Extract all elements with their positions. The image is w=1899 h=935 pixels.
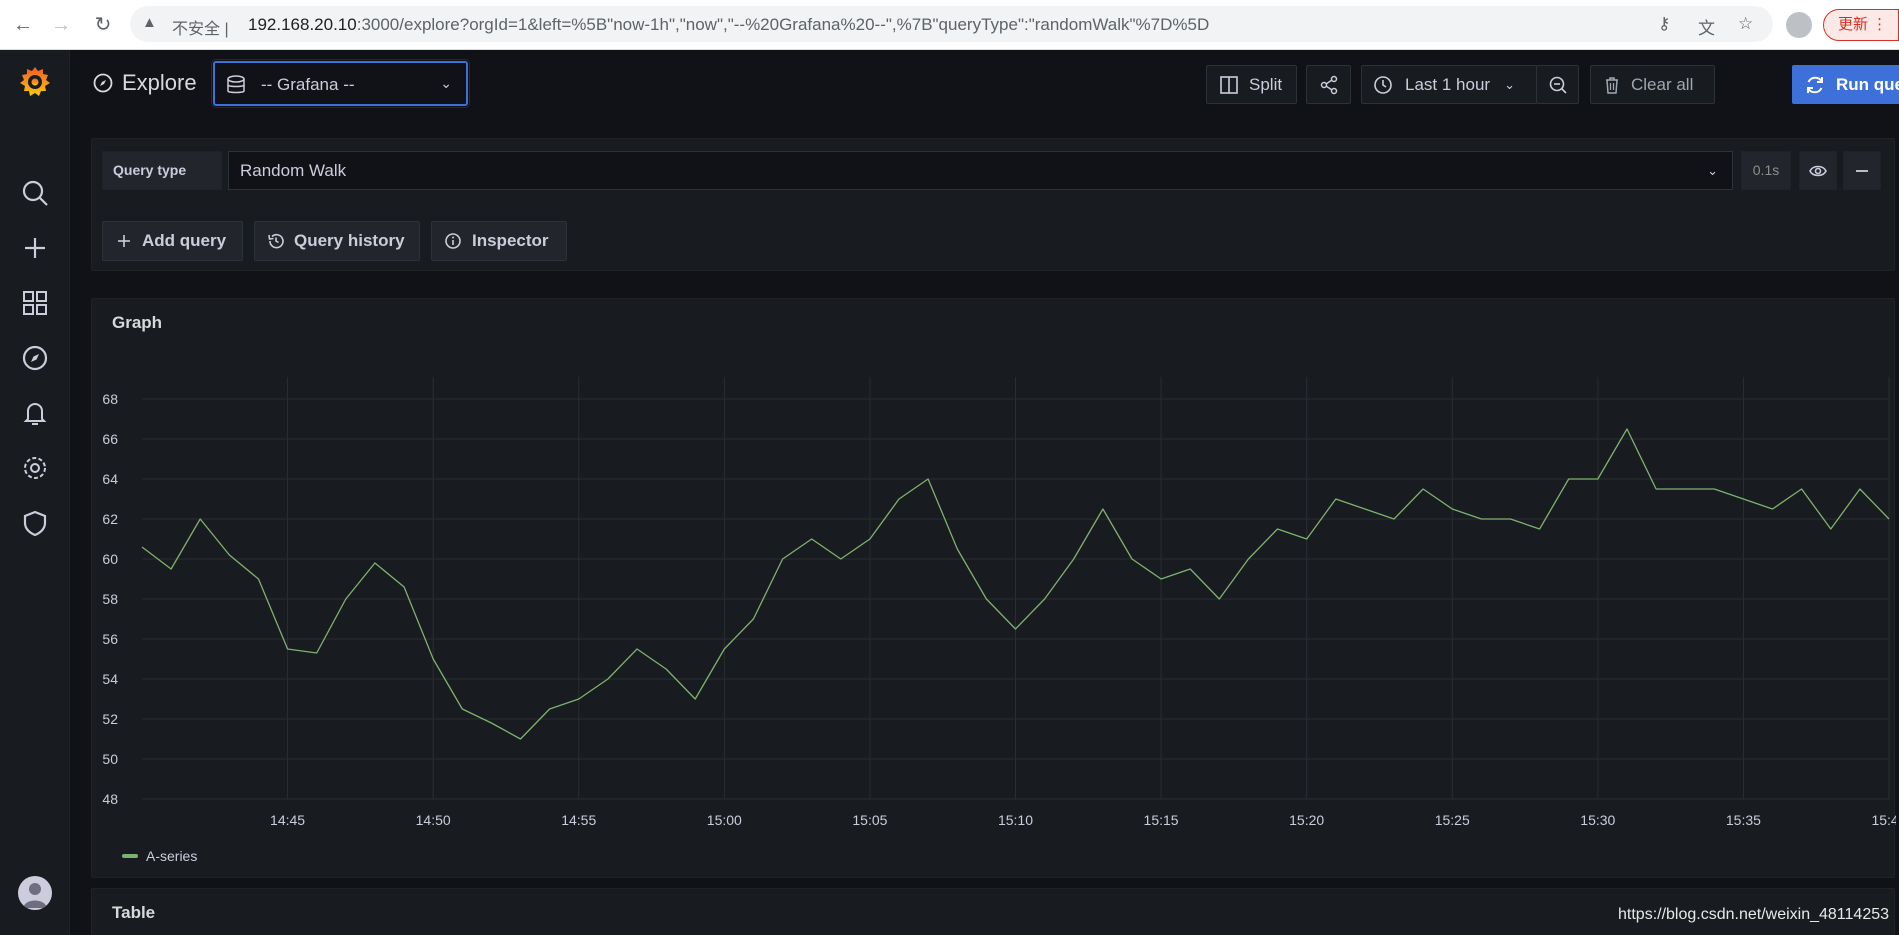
inspector-button[interactable]: Inspector <box>431 221 567 261</box>
add-query-button[interactable]: Add query <box>102 221 243 261</box>
y-tick-label: 56 <box>102 631 118 647</box>
back-icon[interactable]: ← <box>10 12 36 38</box>
query-type-label: Query type <box>102 151 222 190</box>
url-text[interactable]: 192.168.20.10:3000/explore?orgId=1&left=… <box>248 15 1209 35</box>
y-tick-label: 50 <box>102 751 118 767</box>
graph-plot[interactable]: 48 50 52 54 56 58 60 62 64 66 68 14:45 14:50 14:55 15:… <box>92 299 1896 839</box>
sidebar <box>0 50 70 935</box>
update-button[interactable]: 更新 ⋮ <box>1823 9 1899 41</box>
history-icon <box>268 233 284 249</box>
clock-icon <box>1374 75 1392 94</box>
x-tick-label: 14:45 <box>270 812 305 828</box>
zoom-out-button[interactable] <box>1536 65 1579 104</box>
split-button[interactable]: Split <box>1206 65 1297 104</box>
avatar[interactable] <box>18 876 52 910</box>
legend-label: A-series <box>146 848 198 864</box>
y-tick-label: 62 <box>102 511 118 527</box>
y-tick-label: 58 <box>102 591 118 607</box>
reload-icon[interactable]: ↻ <box>90 12 116 38</box>
query-editor-panel: Query type Random Walk ⌄ 0.1s Add query … <box>91 138 1895 271</box>
compass-icon <box>93 73 113 93</box>
chevron-down-icon: ⌄ <box>440 75 452 91</box>
browser-toolbar: ← → ↻ ▲ 不安全 | 192.168.20.10:3000/explore… <box>0 0 1899 50</box>
x-tick-label: 14:50 <box>416 812 451 828</box>
y-tick-label: 48 <box>102 791 118 807</box>
y-tick-label: 52 <box>102 711 118 727</box>
split-icon <box>1220 75 1238 94</box>
x-tick-label: 15:30 <box>1580 812 1615 828</box>
x-tick-label: 15:20 <box>1289 812 1324 828</box>
insecure-label: 不安全 | <box>172 21 229 38</box>
plus-icon[interactable] <box>20 233 50 263</box>
x-tick-label: 15:25 <box>1435 812 1470 828</box>
clear-all-button[interactable]: Clear all <box>1590 65 1715 104</box>
chevron-down-icon: ⌄ <box>1504 76 1515 92</box>
eye-icon <box>1809 165 1827 176</box>
info-circle-icon <box>445 233 461 249</box>
x-tick-label: 15:40 <box>1871 812 1896 828</box>
share-icon <box>1320 75 1337 94</box>
bell-icon[interactable] <box>20 398 50 428</box>
remove-query-button[interactable] <box>1843 151 1881 190</box>
database-icon <box>227 75 245 94</box>
graph-panel: Graph 48 50 52 54 56 58 60 62 64 66 68 14:45 14:50 14… <box>91 298 1896 878</box>
forward-icon[interactable]: → <box>48 12 74 38</box>
y-tick-label: 66 <box>102 431 118 447</box>
query-time-badge: 0.1s <box>1741 151 1791 190</box>
x-tick-label: 15:00 <box>707 812 742 828</box>
trash-icon <box>1606 76 1618 94</box>
y-tick-label: 60 <box>102 551 118 567</box>
graph-legend[interactable]: A-series <box>122 848 197 864</box>
search-icon[interactable] <box>20 178 50 208</box>
x-tick-label: 15:05 <box>852 812 887 828</box>
profile-icon[interactable] <box>1786 12 1812 38</box>
time-range-picker[interactable]: Last 1 hour ⌄ <box>1361 65 1537 104</box>
x-tick-label: 15:15 <box>1144 812 1179 828</box>
y-tick-label: 64 <box>102 471 118 487</box>
x-tick-label: 15:10 <box>998 812 1033 828</box>
y-tick-label: 54 <box>102 671 118 687</box>
shield-icon[interactable] <box>20 508 50 538</box>
star-icon[interactable]: ☆ <box>1738 14 1753 34</box>
x-tick-label: 15:35 <box>1726 812 1761 828</box>
minus-icon <box>1856 169 1868 172</box>
grafana-logo-icon[interactable] <box>17 64 53 100</box>
compass-icon[interactable] <box>20 343 50 373</box>
toggle-visibility-button[interactable] <box>1799 151 1837 190</box>
query-history-button[interactable]: Query history <box>254 221 420 261</box>
table-title: Table <box>112 903 156 922</box>
dashboards-icon[interactable] <box>20 288 50 318</box>
explore-toolbar: Explore -- Grafana -- ⌄ Split Last 1 hou… <box>70 50 1899 118</box>
translate-icon[interactable]: 文 <box>1698 14 1715 39</box>
y-tick-label: 68 <box>102 391 118 407</box>
plus-icon <box>118 235 130 247</box>
gear-icon[interactable] <box>20 453 50 483</box>
refresh-icon <box>1807 76 1823 93</box>
chevron-down-icon: ⌄ <box>1707 163 1718 178</box>
watermark-text: https://blog.csdn.net/weixin_48114253 <box>1618 906 1890 923</box>
query-type-select[interactable]: Random Walk ⌄ <box>228 151 1733 190</box>
share-button[interactable] <box>1306 65 1351 104</box>
page-title: Explore <box>92 70 197 96</box>
legend-swatch <box>122 854 138 858</box>
address-bar[interactable]: ▲ 不安全 | 192.168.20.10:3000/explore?orgId… <box>130 6 1773 42</box>
datasource-label: -- Grafana -- <box>261 75 355 94</box>
datasource-picker[interactable]: -- Grafana -- ⌄ <box>213 61 468 106</box>
run-query-button[interactable]: Run query ⌄ <box>1792 65 1899 104</box>
zoom-out-icon <box>1549 76 1567 94</box>
key-icon[interactable]: ⚷ <box>1658 14 1670 34</box>
warning-icon: ▲ <box>142 14 157 31</box>
x-tick-label: 14:55 <box>561 812 596 828</box>
